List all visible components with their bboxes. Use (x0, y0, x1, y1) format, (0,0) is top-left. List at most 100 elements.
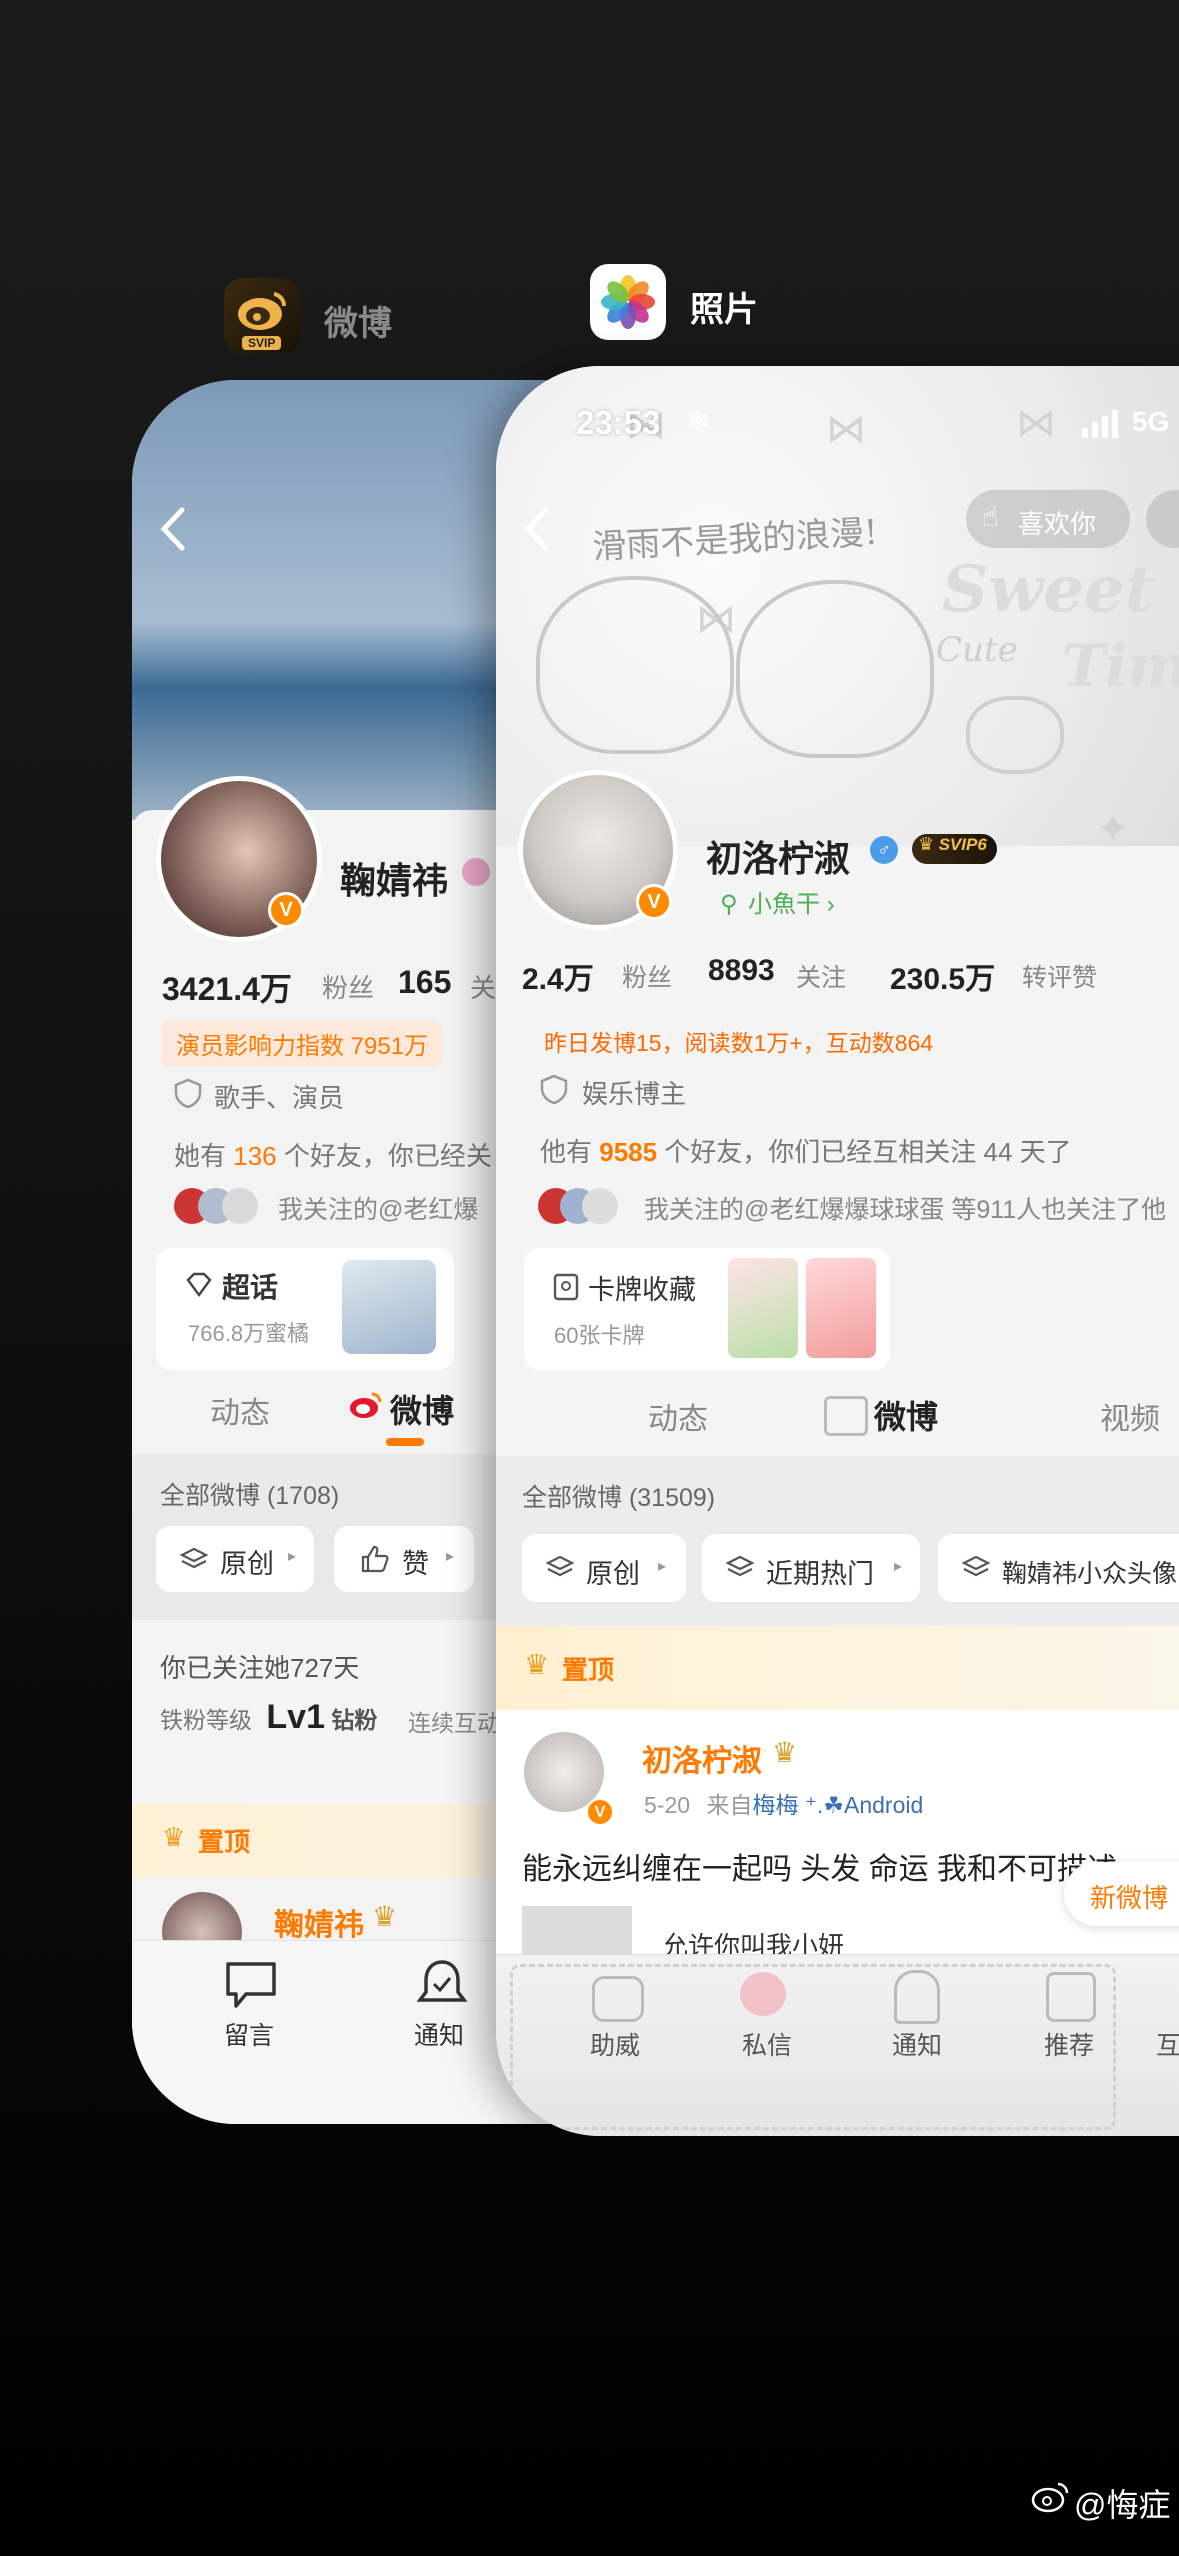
nav-notify[interactable]: 通知 (892, 2026, 942, 2062)
tab-dynamic[interactable]: 动态 (648, 1394, 708, 1438)
supertopic-title: 超话 (222, 1272, 279, 1303)
followers-count[interactable]: 3421.4万 (162, 964, 292, 1010)
filter-topic-button[interactable]: 鞠婧祎小众头像 (938, 1534, 1179, 1602)
back-arrow-icon[interactable] (522, 506, 552, 552)
nav-message[interactable]: 私信 (742, 2026, 792, 2062)
post-author[interactable]: 初洛柠淑 (642, 1736, 762, 1780)
back-arrow-icon[interactable] (158, 506, 188, 552)
member-crown-icon: ♛ (772, 1737, 798, 1768)
svip-badge: SVIP (242, 336, 282, 350)
profile-tag: 娱乐博主 (582, 1079, 687, 1109)
house-icon[interactable] (1046, 1972, 1096, 2022)
mutual-avatars (174, 1188, 270, 1224)
weibo-app-label: 微博 (324, 305, 392, 343)
like-you-button[interactable]: ☝ 喜欢你 (966, 490, 1130, 548)
shield-icon (540, 1074, 568, 1104)
photos-flower-icon (601, 275, 655, 329)
search-icon[interactable] (462, 858, 490, 886)
mailbox-icon (824, 1396, 868, 1436)
bell-icon[interactable] (894, 1970, 940, 2024)
sub-badge-button[interactable]: ⚲ 小魚干 › (708, 884, 847, 924)
profile-tag: 歌手、演员 (214, 1083, 345, 1113)
filter-original-button[interactable]: 原创 ▸ (522, 1534, 686, 1602)
stats-line[interactable]: 昨日发博15，阅读数1万+，互动数864 (544, 1024, 933, 1058)
follow-days: 你已关注她727天 (160, 1653, 360, 1683)
card-collection[interactable]: 卡牌收藏 60张卡牌 (524, 1248, 890, 1370)
doodle-character-right (736, 580, 934, 758)
message-icon[interactable] (224, 1960, 280, 2012)
verified-badge-icon: V (268, 892, 304, 928)
nav-notify[interactable]: 通知 (414, 2016, 464, 2052)
filter-original-label: 原创 (586, 1559, 640, 1589)
caret-icon: ▸ (894, 1558, 903, 1575)
filter-hot-button[interactable]: 近期热门 ▸ (702, 1534, 920, 1602)
svip-badge: ♛ SVIP6 (912, 834, 997, 864)
filter-like-label: 赞 (402, 1549, 429, 1579)
mutual-follow-text[interactable]: 我关注的@老红爆爆球球蛋 等911人也关注了他 (644, 1190, 1166, 1226)
nav-message[interactable]: 留言 (224, 2016, 274, 2052)
all-weibo-count: 全部微博 (1708) (160, 1482, 340, 1510)
pinned-label: 置顶 (198, 1827, 251, 1857)
card-icon (553, 1273, 579, 1301)
weibo-watermark-icon (1031, 2482, 1069, 2513)
cute-text: Cute (936, 630, 1018, 670)
followers-count[interactable]: 2.4万 (522, 954, 594, 998)
network-label: 5G (1132, 406, 1170, 437)
bow-icon: ✦ (1096, 807, 1130, 851)
profile-name: 初洛柠淑 (706, 838, 851, 879)
post-author[interactable]: 鞠婧祎 (274, 1900, 364, 1944)
verified-badge-icon: V (585, 1797, 615, 1827)
cheer-icon[interactable] (592, 1976, 644, 2022)
post-meta: 5-20 来自梅梅 ⁺.☘Android (644, 1792, 924, 1818)
following-count[interactable]: 165 (398, 964, 451, 1001)
bell-icon[interactable] (416, 1958, 468, 2012)
supertopic-thumbnail (342, 1260, 436, 1354)
crown-icon: ♛ (524, 1649, 550, 1680)
nav-cheer[interactable]: 助威 (590, 2026, 640, 2062)
card-thumbnail-1 (728, 1258, 798, 1358)
photos-app-icon[interactable] (590, 264, 666, 340)
friends-line: 他有 9585 个好友，你们已经互相关注 44 天了 (540, 1137, 1072, 1167)
weibo-app-icon[interactable]: SVIP (224, 278, 300, 354)
tab-video[interactable]: 视频 (1100, 1394, 1160, 1438)
verified-badge-icon: V (636, 884, 672, 920)
snowflake-icon: ❄ (686, 405, 712, 438)
nav-more[interactable]: 互 (1156, 2026, 1179, 2062)
followers-label: 粉丝 (322, 973, 375, 1003)
tab-dynamic[interactable]: 动态 (210, 1388, 270, 1432)
reposts-label: 转评赞 (1022, 964, 1098, 992)
following-count[interactable]: 8893 (708, 954, 775, 988)
reposts-count[interactable]: 230.5万 (890, 954, 995, 998)
profile-name: 鞠婧祎 (340, 860, 449, 901)
filter-hot-label: 近期热门 (766, 1559, 874, 1589)
card-collection-title: 卡牌收藏 (588, 1275, 696, 1305)
layers-icon (962, 1555, 990, 1577)
crown-icon: ♛ (162, 1822, 186, 1852)
new-weibo-button[interactable]: 新微博 (1064, 1862, 1179, 1926)
filter-like-button[interactable]: 赞 ▸ (334, 1526, 474, 1592)
post-text[interactable]: 能永远纠缠在一起吗 头发 命运 我和不可描述 (522, 1844, 1117, 1888)
timing-text: Timin (1062, 632, 1179, 700)
followers-label: 粉丝 (622, 964, 673, 992)
layers-icon (180, 1547, 208, 1569)
tab-indicator (386, 1438, 424, 1446)
male-gender-icon: ♂ (870, 836, 898, 864)
fish-icon: ⚲ (720, 891, 738, 918)
tab-weibo[interactable]: 微博 (390, 1386, 454, 1432)
nav-recommend[interactable]: 推荐 (1044, 2026, 1094, 2062)
bow-icon: ⋈ (1016, 401, 1056, 445)
member-crown-icon: ♛ (372, 1901, 398, 1932)
status-time: 23:53 (576, 404, 661, 441)
filter-topic-label: 鞠婧祎小众头像 (1002, 1560, 1178, 1588)
supertopic-card[interactable]: 超话 766.8万蜜橘 (156, 1248, 454, 1370)
hand-icon: ☝ (982, 501, 1000, 532)
filter-original-button[interactable]: 原创 ▸ (156, 1526, 314, 1592)
fan-level-row: 铁粉等级 Lv1 钻粉 (160, 1698, 378, 1736)
like-you-label: 喜欢你 (1018, 509, 1097, 539)
influence-tag[interactable]: 演员影响力指数 7951万 (162, 1020, 443, 1067)
tab-weibo[interactable]: 微博 (874, 1392, 938, 1438)
weibo-profile-card-front[interactable]: ⋈ ⋈ ⋈ ⋈ ✦ 23:53 ❄ 5G ☝ 喜欢你 滑雨不是我的浪漫! Swe… (496, 366, 1179, 2136)
message-heart-icon[interactable] (740, 1972, 786, 2016)
filter-original-label: 原创 (220, 1549, 274, 1579)
mutual-follow-text[interactable]: 我关注的@老红爆 (278, 1190, 478, 1226)
